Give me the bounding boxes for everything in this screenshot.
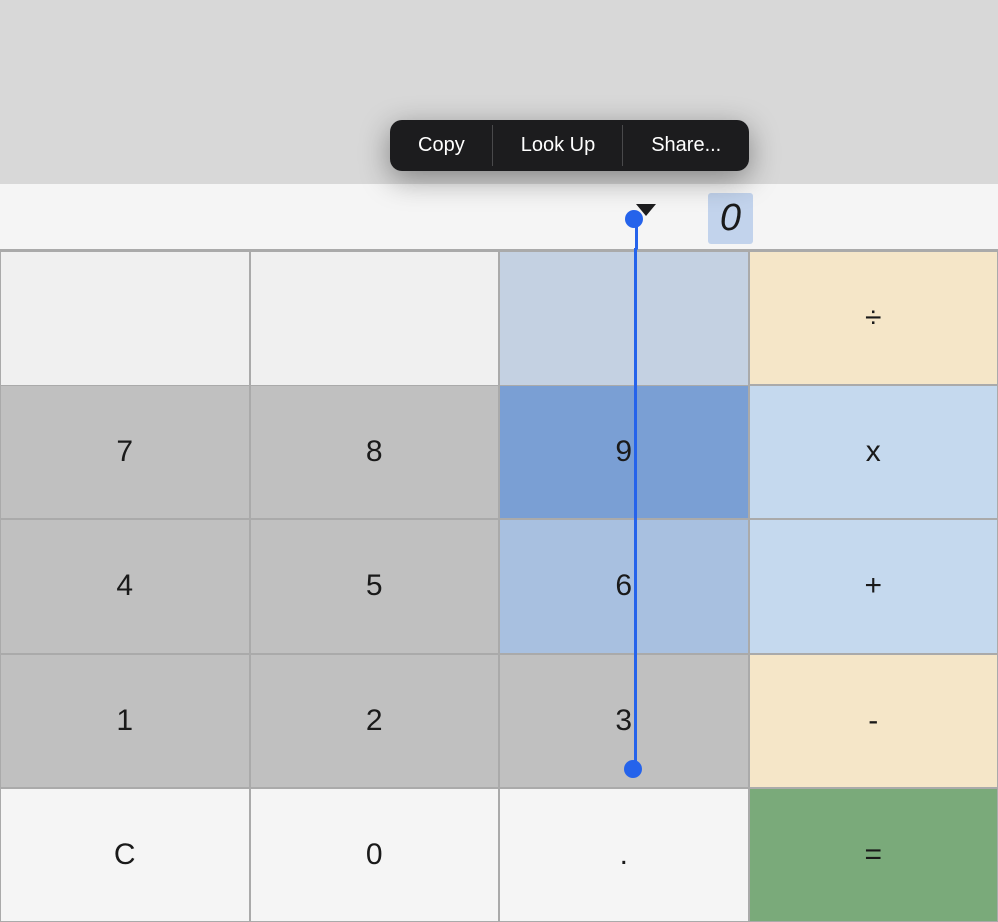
selection-handle-bottom[interactable] [624,760,642,778]
calc-btn-empty2 [250,251,500,385]
display-selected-bg: 0 [708,193,753,244]
selection-line-middle [634,248,637,768]
calc-btn-equals[interactable]: = [749,788,998,922]
calc-btn-multiply[interactable]: x [749,385,998,519]
calc-label-add: + [864,569,882,603]
calc-label-1: 1 [116,704,133,738]
calc-btn-9[interactable]: 9 [499,385,749,519]
calc-btn-4[interactable]: 4 [0,519,250,653]
calc-label-decimal: . [620,838,628,872]
context-menu-arrow [636,204,656,216]
context-menu-share[interactable]: Share... [623,120,749,171]
calc-btn-7[interactable]: 7 [0,385,250,519]
context-menu-lookup[interactable]: Look Up [493,120,624,171]
calc-label-equals: = [864,838,882,872]
calc-label-6: 6 [615,569,632,603]
calc-label-2: 2 [366,704,383,738]
calc-btn-empty1 [0,251,250,385]
calc-btn-5[interactable]: 5 [250,519,500,653]
calc-label-clear: C [114,838,136,872]
calc-btn-subtract[interactable]: - [749,654,998,788]
calc-label-8: 8 [366,435,383,469]
calc-btn-clear[interactable]: C [0,788,250,922]
calc-btn-decimal[interactable]: . [499,788,749,922]
calc-label-divide: ÷ [865,301,881,335]
calc-label-multiply: x [866,435,881,469]
calc-label-9: 9 [615,435,632,469]
display-area: 0 [0,184,998,249]
display-value: 0 [720,197,741,239]
calc-btn-empty3 [499,251,749,385]
calculator: ÷ 7 8 9 x 4 5 6 +1 2 3 - C 0. = [0,250,998,922]
calc-label-4: 4 [116,569,133,603]
calc-label-0: 0 [366,838,383,872]
calc-label-subtract: - [868,704,878,738]
calc-btn-2[interactable]: 2 [250,654,500,788]
top-area: Copy Look Up Share... 0 [0,0,998,250]
calc-btn-8[interactable]: 8 [250,385,500,519]
calc-btn-6[interactable]: 6 [499,519,749,653]
calc-btn-1[interactable]: 1 [0,654,250,788]
calc-btn-add[interactable]: + [749,519,998,653]
context-menu-copy[interactable]: Copy [390,120,493,171]
calc-btn-0[interactable]: 0 [250,788,500,922]
context-menu: Copy Look Up Share... [390,120,749,171]
calc-label-5: 5 [366,569,383,603]
display-value-wrapper: 0 [708,193,753,244]
calc-label-3: 3 [615,704,632,738]
calc-btn-divide[interactable]: ÷ [749,251,998,385]
calc-label-7: 7 [116,435,133,469]
